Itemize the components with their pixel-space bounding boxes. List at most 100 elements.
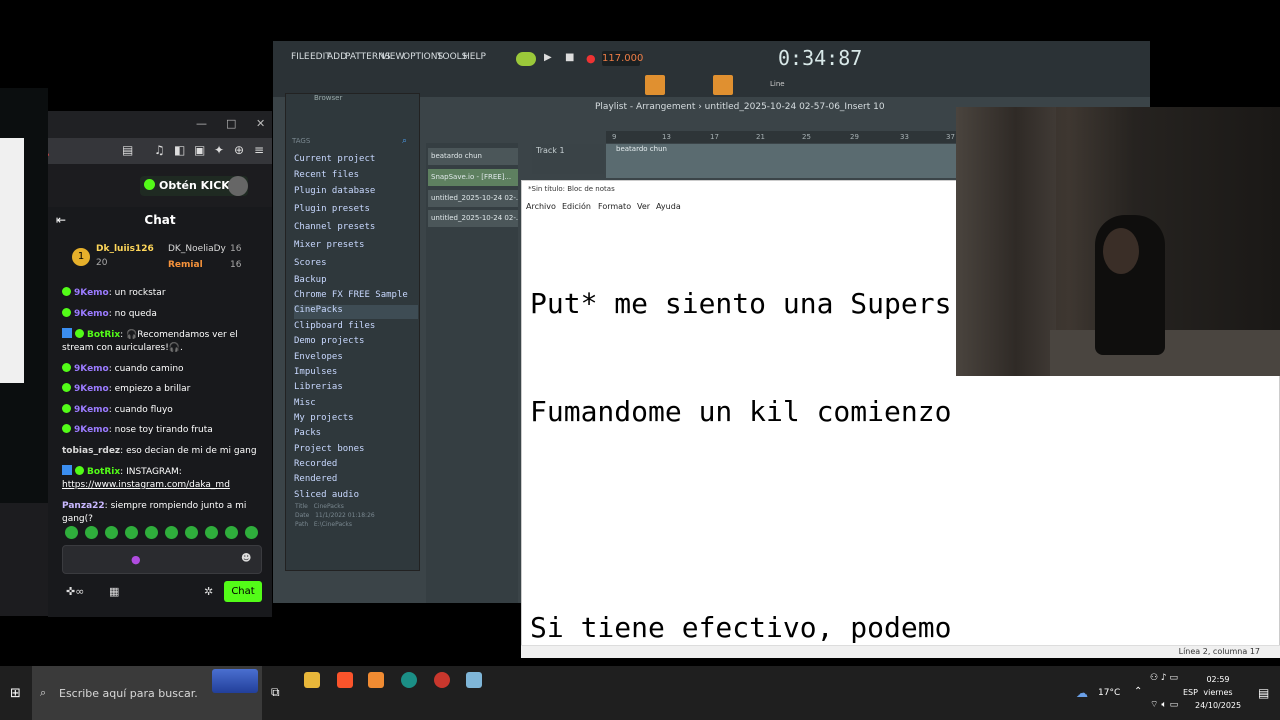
menu-icon[interactable]: ≡ (254, 143, 264, 157)
browser-item[interactable]: Demo projects (294, 336, 418, 350)
notifications-icon[interactable]: ▤ (1258, 686, 1269, 700)
leader-name[interactable]: DK_NoeliaDy (168, 244, 226, 254)
notepad-editor[interactable]: Put* me siento una Supers Fumandome un k… (530, 214, 958, 682)
notepad-icon[interactable] (466, 672, 482, 688)
avatar[interactable] (228, 176, 248, 196)
settings-icon[interactable]: ✲ (204, 585, 213, 598)
emote-icon[interactable] (145, 526, 158, 539)
menu-file[interactable]: FILE (291, 52, 310, 62)
browser-item[interactable]: Scores (294, 258, 418, 272)
emote-icon[interactable] (65, 526, 78, 539)
kicks-icon[interactable]: ✜∞ (66, 585, 84, 598)
emote-icon[interactable] (85, 526, 98, 539)
sub-badge-icon (62, 363, 71, 372)
browser-item[interactable]: My projects (294, 413, 418, 427)
stop-icon[interactable]: ■ (565, 52, 574, 63)
close-icon[interactable]: ✕ (256, 117, 265, 130)
emote-icon[interactable] (105, 526, 118, 539)
tray-chevron-icon[interactable]: ⌃ (1134, 686, 1142, 697)
emote-icon[interactable] (205, 526, 218, 539)
emote-icon[interactable] (185, 526, 198, 539)
reader-icon[interactable]: ▤ (122, 143, 133, 157)
taskbar-clock[interactable]: 02:59 viernes 24/10/2025 (1195, 673, 1241, 712)
browser-item[interactable]: Packs (294, 428, 418, 442)
emote-icon[interactable] (125, 526, 138, 539)
notepad-title: *Sin título: Bloc de notas (528, 185, 615, 193)
browser-item[interactable]: Project bones (294, 444, 418, 458)
np-menu-archivo[interactable]: Archivo (526, 202, 556, 211)
webcam-curtain (956, 107, 1056, 376)
weather-temp[interactable]: 17°C (1098, 688, 1120, 698)
verified-badge-icon (75, 329, 84, 338)
network-volume-icons[interactable]: ⌔ 🔈︎ ▭ (1150, 699, 1178, 710)
task-view-icon[interactable]: ⧉ (271, 685, 280, 700)
play-icon[interactable]: ▶ (544, 52, 552, 63)
chat-message: 9Kemo: nose toy tirando fruta (62, 424, 268, 437)
minimize-icon[interactable]: — (196, 117, 207, 130)
tray-icons[interactable]: ⚇ ♪ ▭ (1150, 673, 1178, 683)
emote-icon[interactable] (245, 526, 258, 539)
wallet-icon[interactable]: ▣ (194, 143, 205, 157)
browser-item[interactable]: Librerias (294, 382, 418, 396)
emoji-icon[interactable]: ☻ (241, 553, 251, 564)
tempo-display[interactable]: 117.000 (602, 51, 643, 66)
chat-input[interactable] (62, 545, 262, 574)
pattern-item[interactable]: beatardo chun (428, 148, 518, 165)
np-menu-edicion[interactable]: Edición (562, 202, 591, 211)
fl-studio-icon[interactable] (368, 672, 384, 688)
pattern-item[interactable]: untitled_2025-10-24 02-... (428, 190, 518, 207)
weather-icon[interactable]: ☁ (1076, 686, 1088, 700)
link-icon[interactable] (713, 75, 733, 95)
leader-name[interactable]: Dk_luiis126 (96, 244, 154, 254)
browser-item[interactable]: Recorded (294, 459, 418, 473)
track-header[interactable]: Track 1 (532, 144, 604, 174)
browser-item[interactable]: Plugin presets (294, 204, 418, 218)
browser-item[interactable]: Plugin database (294, 186, 418, 200)
np-menu-ayuda[interactable]: Ayuda (656, 202, 681, 211)
playlist-icon[interactable] (645, 75, 665, 95)
browser-item[interactable]: Current project (294, 154, 418, 168)
browser-item[interactable]: Rendered (294, 474, 418, 488)
maximize-icon[interactable]: □ (226, 117, 236, 130)
vpn-icon[interactable]: ⊕ (234, 143, 244, 157)
obs-icon[interactable] (434, 672, 450, 688)
mic-icon[interactable]: ● (131, 553, 141, 566)
emote-icon[interactable] (225, 526, 238, 539)
pattern-item[interactable]: untitled_2025-10-24 02-... (428, 210, 518, 227)
search-highlight-icon[interactable] (212, 669, 258, 693)
time-display[interactable]: 0:34:87 (778, 46, 862, 70)
browser-item[interactable]: Impulses (294, 367, 418, 381)
browser-item[interactable]: CinePacks (294, 305, 418, 319)
browser-item[interactable]: Recent files (294, 170, 418, 184)
pattern-item[interactable]: SnapSave.io - [FREE]... (428, 169, 518, 186)
stream-video[interactable] (0, 138, 24, 383)
browser-item[interactable]: Mixer presets (294, 240, 418, 254)
emote-icon[interactable] (165, 526, 178, 539)
timeline-ruler[interactable]: 9 13 17 21 25 29 33 37 (606, 131, 958, 143)
store-icon[interactable]: ▦ (109, 585, 119, 598)
np-menu-formato[interactable]: Formato (598, 202, 631, 211)
song-mode-toggle[interactable] (516, 52, 536, 66)
browser-item[interactable]: Misc (294, 398, 418, 412)
browser-item[interactable]: Backup (294, 275, 418, 289)
menu-view[interactable]: VIEW (381, 52, 404, 62)
chat-send-button[interactable]: Chat (224, 581, 262, 602)
windows-start-icon[interactable]: ⊞ (10, 686, 21, 701)
browser-item[interactable]: Envelopes (294, 352, 418, 366)
sidebar-icon[interactable]: ◧ (174, 143, 185, 157)
browser-item[interactable]: Channel presets (294, 222, 418, 236)
music-icon[interactable]: ♫ (154, 143, 165, 157)
brave-icon[interactable] (337, 672, 353, 688)
file-explorer-icon[interactable] (304, 672, 320, 688)
np-menu-ver[interactable]: Ver (637, 202, 650, 211)
leader-name[interactable]: Remial (168, 260, 203, 270)
extensions-icon[interactable]: ✦ (214, 143, 224, 157)
instagram-link[interactable]: https://www.instagram.com/daka_md (62, 480, 230, 490)
browser-item[interactable]: Chrome FX FREE Sample (294, 290, 418, 304)
snap-select[interactable]: Line (770, 80, 785, 88)
menu-help[interactable]: HELP (463, 52, 486, 62)
search-icon[interactable]: ⌕ (402, 136, 407, 146)
browser-item[interactable]: Clipboard files (294, 321, 418, 335)
record-icon[interactable]: ● (586, 52, 596, 65)
app-icon[interactable] (401, 672, 417, 688)
